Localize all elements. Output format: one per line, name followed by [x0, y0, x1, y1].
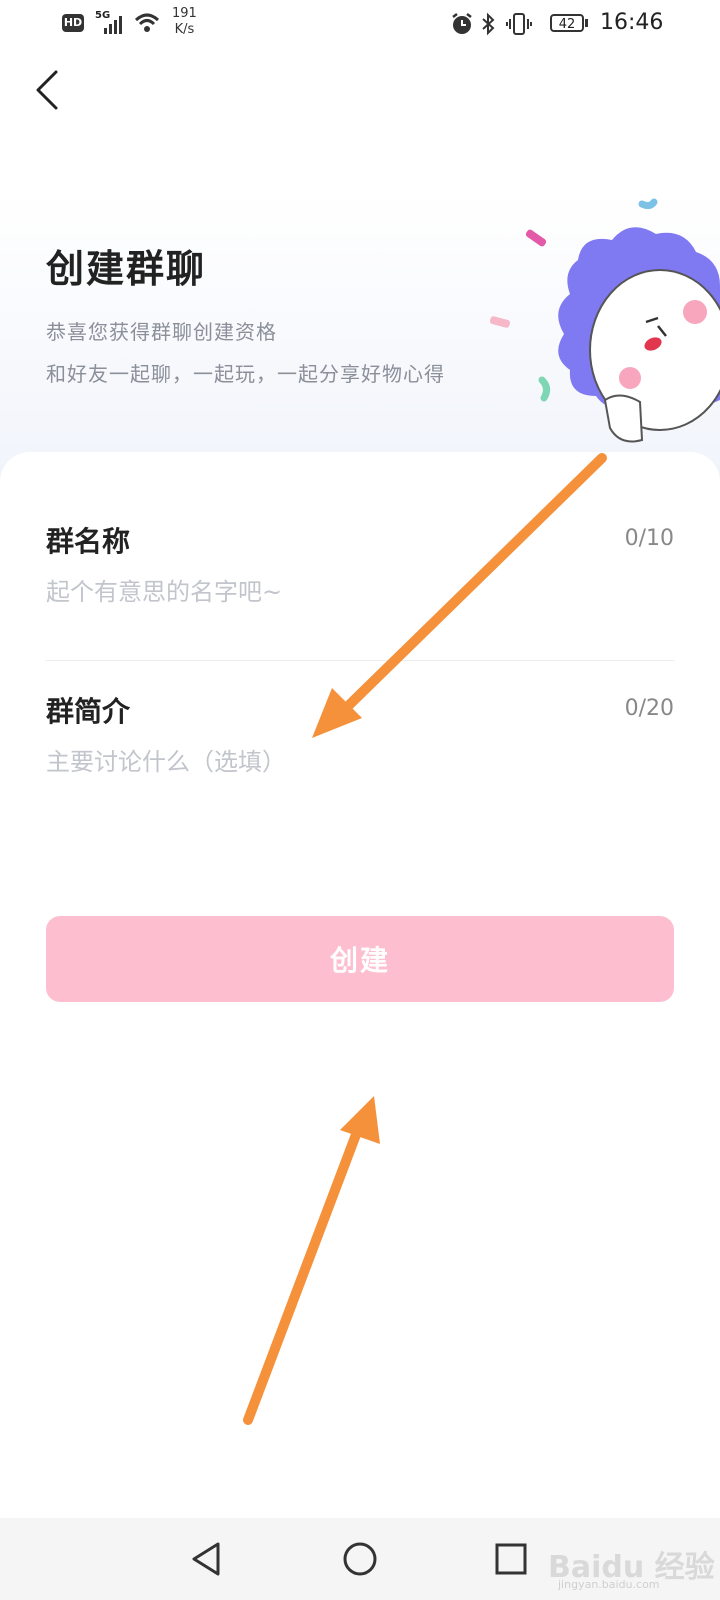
network-speed: 191 K/s: [172, 6, 197, 38]
group-intro-input[interactable]: [46, 740, 606, 784]
confetti: [638, 198, 658, 210]
subtitle-line-2: 和好友一起聊，一起玩，一起分享好物心得: [46, 362, 445, 386]
battery-icon: 42: [550, 14, 584, 32]
mascot-cheek: [683, 300, 707, 324]
back-triangle-icon: [192, 1542, 220, 1576]
create-button[interactable]: 创建: [46, 916, 674, 1002]
back-button[interactable]: [30, 68, 70, 112]
group-name-input[interactable]: [46, 570, 606, 614]
confetti: [538, 376, 551, 402]
status-bar: HD 5G 191 K/s 42 16:46: [0, 0, 720, 48]
nav-home-button[interactable]: [337, 1536, 383, 1582]
create-button-label: 创建: [329, 944, 390, 977]
home-circle-icon: [343, 1542, 377, 1576]
wifi-icon: [134, 13, 160, 32]
group-name-counter: 0/10: [624, 526, 674, 551]
navigation-bar: Baidu 经验 jingyan.baidu.com: [0, 1518, 720, 1600]
recents-square-icon: [495, 1543, 527, 1575]
group-intro-label: 群简介: [46, 695, 131, 728]
confetti: [489, 316, 511, 328]
mascot-hand: [603, 394, 644, 443]
hd-badge: HD: [62, 14, 84, 32]
speed-unit: K/s: [174, 22, 195, 37]
divider: [46, 660, 674, 661]
battery-tip: [585, 19, 588, 27]
mascot-cheek: [619, 367, 641, 389]
bluetooth-icon: [482, 12, 495, 36]
signal-icon: [104, 16, 122, 34]
mascot-illustration: [489, 198, 720, 443]
nav-back-button[interactable]: [184, 1536, 230, 1582]
page-title: 创建群聊: [46, 247, 207, 291]
subtitle-line-1: 恭喜您获得群聊创建资格: [46, 320, 277, 344]
speed-value: 191: [172, 6, 197, 21]
confetti: [525, 229, 547, 247]
nav-recents-button[interactable]: [488, 1536, 534, 1582]
chevron-left-icon: [36, 70, 58, 110]
alarm-icon: [452, 13, 472, 34]
group-name-label: 群名称: [46, 525, 131, 558]
watermark-url: jingyan.baidu.com: [558, 1578, 660, 1591]
clock: 16:46: [600, 10, 664, 35]
group-intro-counter: 0/20: [624, 696, 674, 721]
vibrate-icon: [506, 13, 532, 35]
